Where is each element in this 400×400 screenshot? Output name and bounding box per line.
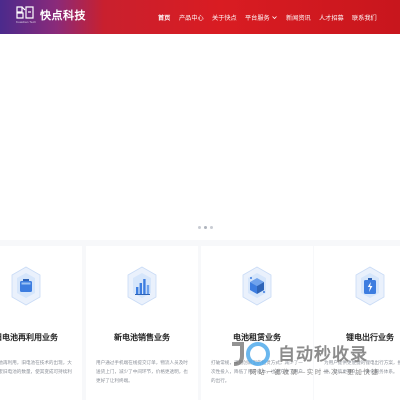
- cube-icon: [241, 266, 273, 306]
- brand-name: 快点科技: [40, 10, 86, 22]
- business-card-title: 新电池销售业务: [114, 333, 170, 342]
- carousel-indicators: [198, 226, 213, 229]
- business-card-desc: 用户通过手机端在线提交订单，物流人员及时送货上门，减少了中间环节，价格更透明，也…: [96, 360, 188, 383]
- business-card-desc: 回收旧电池再利用，旧电池在技术的出现，大大减少了废旧电池的数量，使其变成可持续利…: [0, 360, 72, 383]
- brand-logo-mark-icon: Kuaidian Tech: [16, 6, 36, 26]
- chevron-down-icon: [271, 15, 277, 20]
- battery-pack-icon: [354, 266, 386, 306]
- nav-item-products[interactable]: 产品中心: [179, 13, 212, 22]
- carousel-dot-3[interactable]: [210, 226, 213, 229]
- hero-carousel[interactable]: [0, 34, 400, 240]
- nav-item-platform-services-label: 平台服务: [245, 14, 270, 22]
- battery-recycle-icon: [10, 266, 42, 306]
- business-card-battery-recycling[interactable]: 旧电池再利用业务 回收旧电池再利用，旧电池在技术的出现，大大减少了废旧电池的数量…: [0, 246, 82, 400]
- main-nav: 首页 产品中心 关于快点 平台服务 新闻资讯 人才招募 联系我们: [158, 0, 385, 34]
- brand-logo[interactable]: Kuaidian Tech 快点科技: [16, 6, 86, 26]
- business-card-battery-leasing[interactable]: 电池租赁业务 打破常规，采用创新型的租赁方式，减少了一次性投入，降低了用户成本，…: [201, 246, 313, 400]
- business-card-desc: 打破常规，采用创新型的租赁方式，减少了一次性投入，降低了用户成本，也更方便了用户…: [211, 360, 303, 383]
- nav-item-news[interactable]: 新闻资讯: [286, 13, 319, 22]
- business-card-lithium-mobility[interactable]: 锂电出行业务 为用户提供更便捷的锂电出行方案，换电更快捷，续航更持久，一体化服务…: [314, 246, 400, 400]
- business-card-desc: 为用户提供更便捷的锂电出行方案，换电更快捷，续航更持久，一体化服务体系。: [324, 360, 400, 374]
- nav-item-careers[interactable]: 人才招募: [319, 13, 352, 22]
- business-card-title: 锂电出行业务: [346, 333, 394, 342]
- bar-chart-icon: [126, 266, 158, 306]
- business-section: 旧电池再利用业务 回收旧电池再利用，旧电池在技术的出现，大大减少了废旧电池的数量…: [0, 240, 400, 400]
- carousel-dot-1[interactable]: [198, 226, 201, 229]
- brand-logo-subtext: Kuaidian Tech: [16, 20, 37, 24]
- site-header: Kuaidian Tech 快点科技 首页 产品中心 关于快点 平台服务 新闻资…: [0, 0, 400, 34]
- nav-item-home[interactable]: 首页: [158, 13, 179, 22]
- business-card-title: 旧电池再利用业务: [0, 333, 58, 342]
- business-card-title: 电池租赁业务: [233, 333, 281, 342]
- nav-item-platform-services[interactable]: 平台服务: [245, 13, 286, 22]
- business-card-new-battery-sales[interactable]: 新电池销售业务 用户通过手机端在线提交订单，物流人员及时送货上门，减少了中间环节…: [86, 246, 198, 400]
- carousel-dot-2[interactable]: [204, 226, 207, 229]
- nav-item-contact[interactable]: 联系我们: [352, 13, 385, 22]
- nav-item-about[interactable]: 关于快点: [212, 13, 245, 22]
